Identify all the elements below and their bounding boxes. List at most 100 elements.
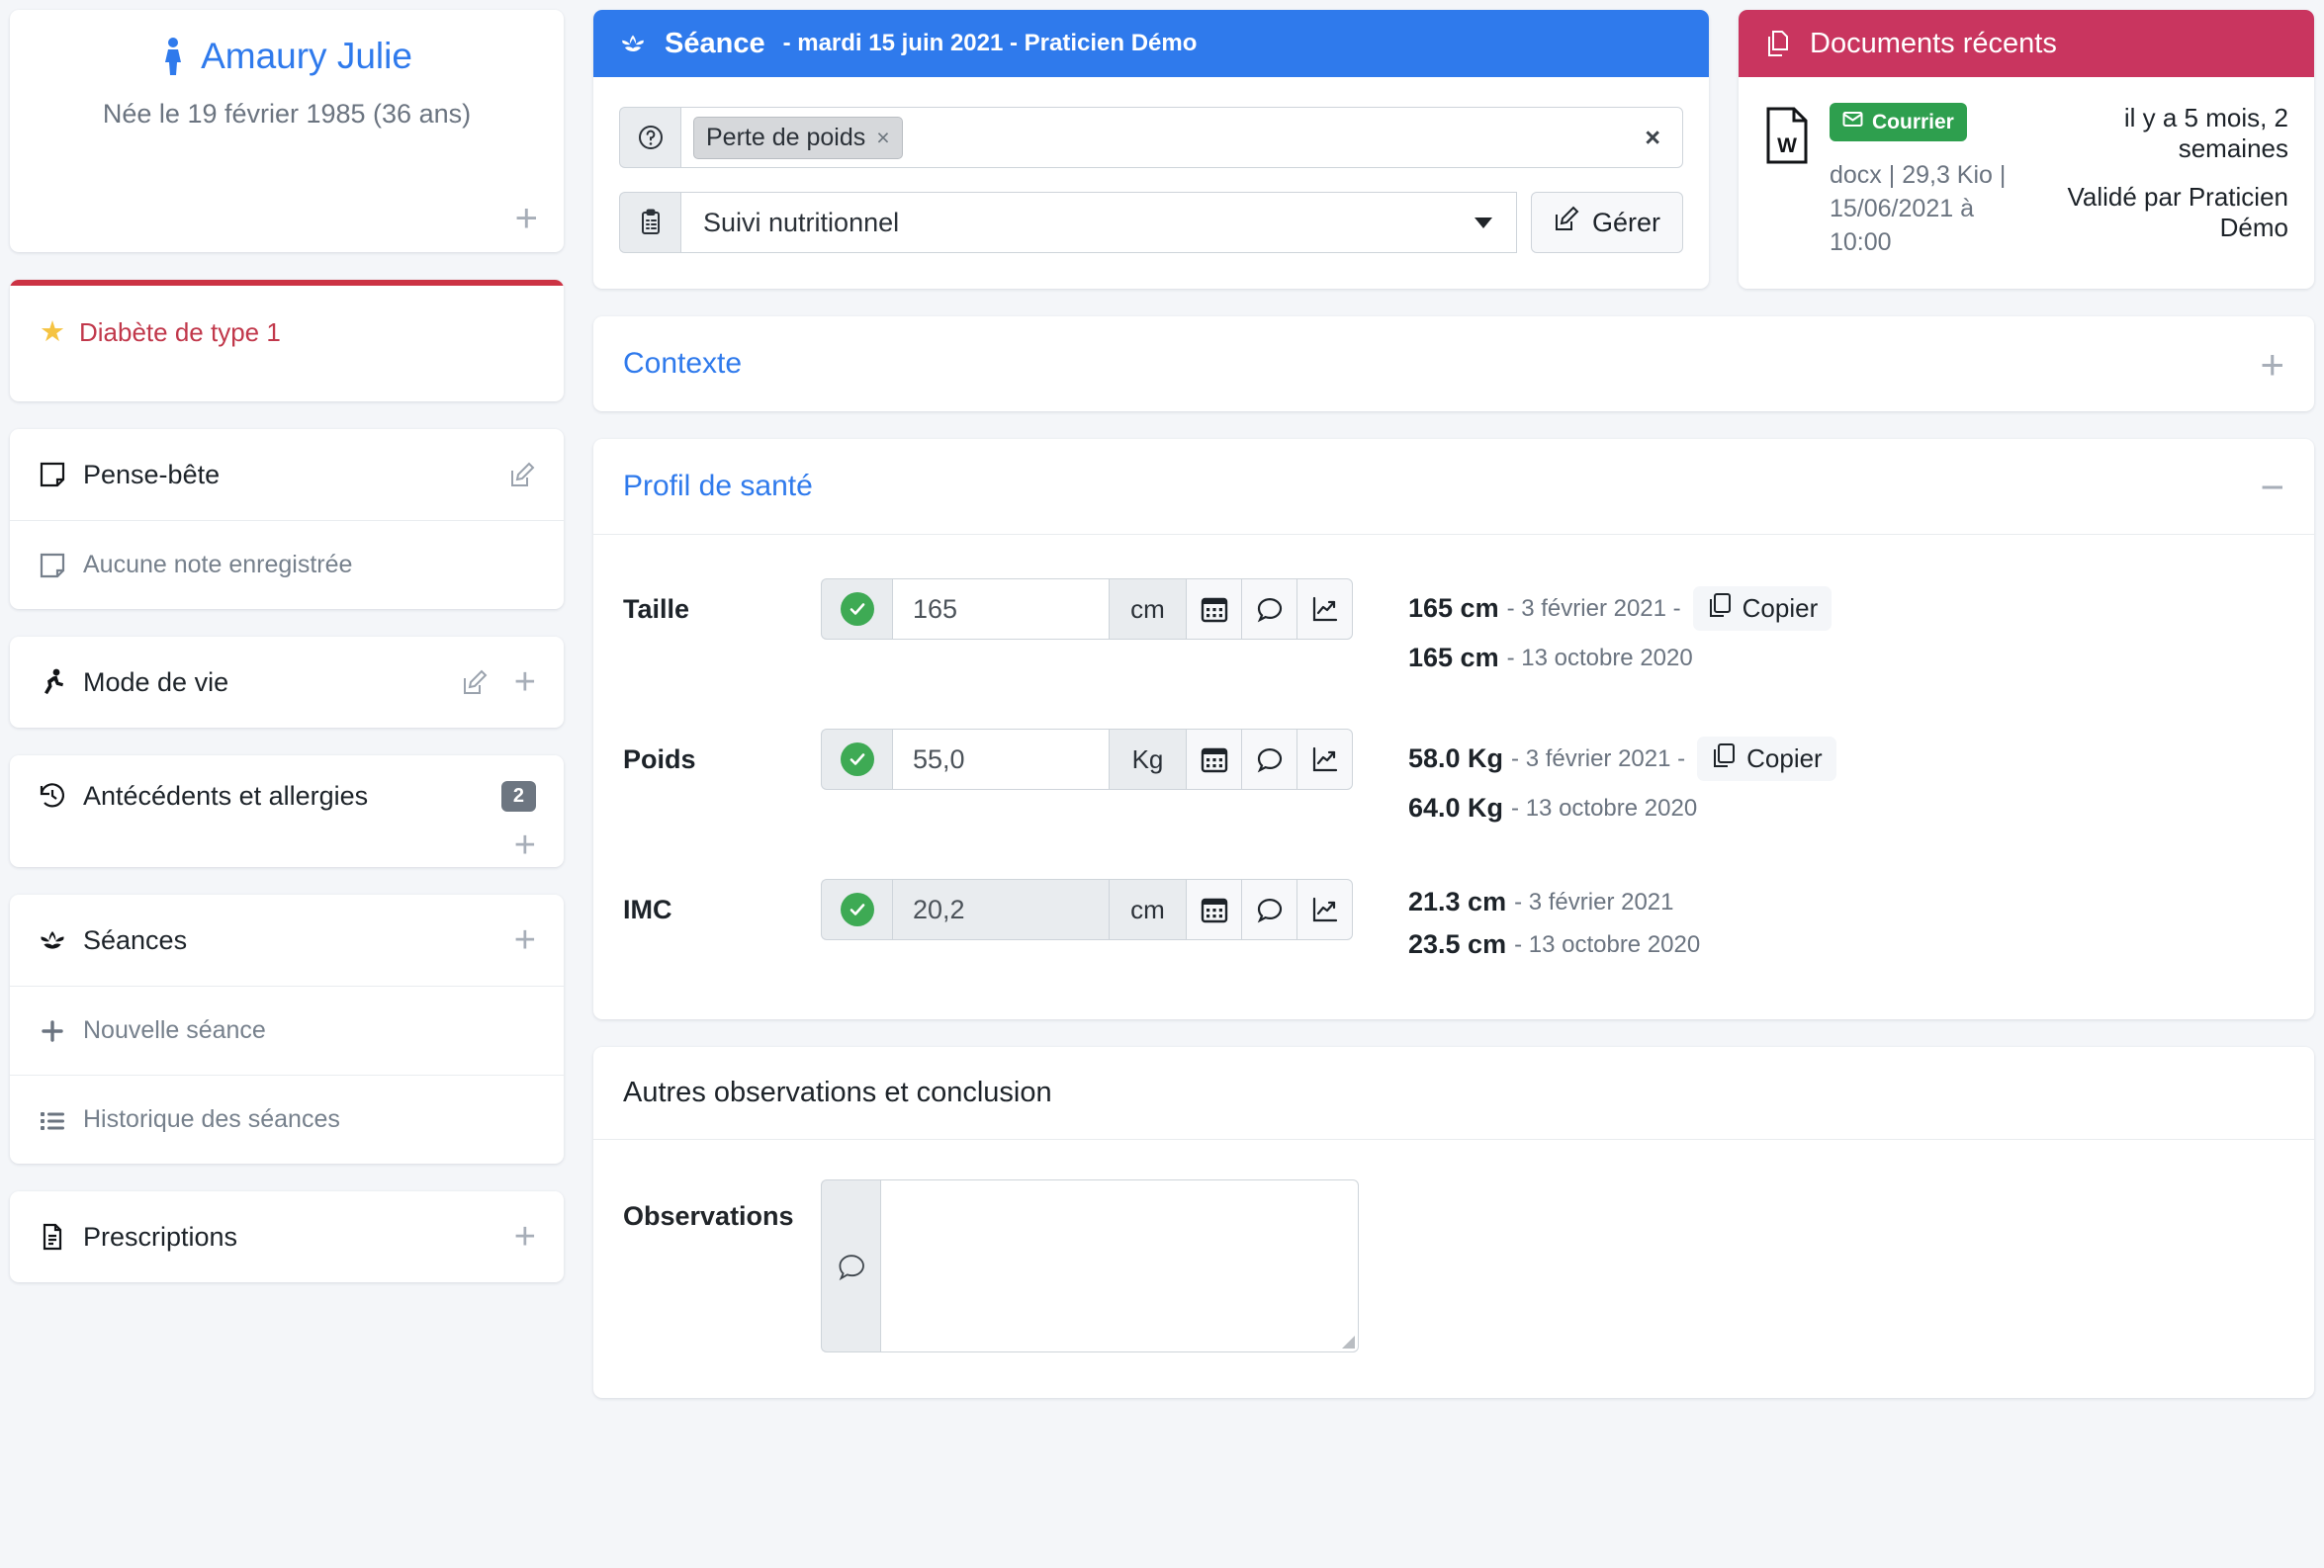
comment-icon — [821, 1179, 880, 1353]
profil-sante-title[interactable]: Profil de santé — [623, 470, 2260, 503]
document-validated-by: Validé par Praticien Démo — [2067, 182, 2288, 242]
document-item[interactable]: W Courrier docx | 29,3 Kio | 15/06/2021 … — [1739, 77, 2314, 289]
mode-de-vie-card: Mode de vie + — [10, 637, 564, 728]
recent-documents-panel: Documents récents W Courrier docx | 29,3… — [1739, 10, 2314, 290]
profil-sante-header: Profil de santé − — [593, 439, 2314, 534]
comment-icon[interactable] — [1242, 578, 1297, 641]
antecedents-count-badge: 2 — [500, 781, 536, 812]
add-mode-de-vie-button[interactable]: + — [514, 663, 536, 701]
add-patient-info-button[interactable]: + — [515, 199, 538, 238]
word-file-icon: W — [1764, 107, 1810, 164]
seance-panel-title: Séance — [665, 27, 765, 59]
chart-line-icon[interactable] — [1297, 578, 1353, 641]
measurement-row: IMC 20,2 cm 21.3 cm - 3 février 2021 23.… — [623, 879, 2284, 972]
measurement-label: Poids — [623, 744, 696, 775]
contexte-panel: Contexte + — [593, 316, 2314, 412]
envelope-icon — [1842, 109, 1863, 135]
contexte-title[interactable]: Contexte — [623, 347, 2260, 381]
copy-label: Copier — [1746, 743, 1823, 774]
add-prescription-button[interactable]: + — [514, 1218, 536, 1256]
motive-tag[interactable]: Perte de poids × — [693, 116, 903, 159]
motive-tag-label: Perte de poids — [706, 123, 866, 151]
collapse-profil-button[interactable]: − — [2260, 466, 2284, 507]
pense-bete-header[interactable]: Pense-bête — [10, 429, 564, 520]
expand-contexte-button[interactable]: + — [2260, 343, 2284, 385]
prescriptions-header[interactable]: Prescriptions + — [10, 1191, 564, 1282]
pense-bete-card: Pense-bête Aucune note enregistrée — [10, 429, 564, 609]
history-value: 23.5 cm — [1408, 929, 1507, 960]
mode-de-vie-header[interactable]: Mode de vie + — [10, 637, 564, 728]
calendar-icon[interactable] — [1187, 879, 1242, 941]
document-lines-icon — [38, 1222, 67, 1252]
protocol-selected-value: Suivi nutritionnel — [703, 207, 900, 237]
add-seance-button[interactable]: + — [514, 921, 536, 959]
prescriptions-card: Prescriptions + — [10, 1191, 564, 1282]
prescriptions-title: Prescriptions — [83, 1221, 238, 1252]
measurement-value-input[interactable]: 55,0 — [892, 729, 1110, 791]
protocol-select[interactable]: Suivi nutritionnel — [680, 192, 1517, 253]
history-date: - 3 février 2021 - — [1511, 744, 1686, 772]
copy-value-button[interactable]: Copier — [1697, 737, 1836, 782]
measurement-label: Taille — [623, 594, 690, 625]
question-circle-icon[interactable] — [619, 107, 680, 168]
comment-icon[interactable] — [1242, 879, 1297, 941]
running-person-icon — [38, 667, 67, 697]
antecedents-card: Antécédents et allergies 2 + — [10, 755, 564, 867]
measurement-unit: cm — [1110, 879, 1187, 941]
measurement-unit: cm — [1110, 578, 1187, 641]
manage-protocol-button[interactable]: Gérer — [1530, 192, 1683, 253]
svg-text:W: W — [1777, 134, 1797, 157]
measurement-input-group: 165 cm — [821, 578, 1353, 641]
motive-tag-input[interactable]: Perte de poids × × — [680, 107, 1683, 168]
measurement-row: Taille 165 cm 165 cm - 3 février 2021 - … — [623, 578, 2284, 685]
add-antecedent-button[interactable]: + — [514, 827, 536, 864]
profil-sante-panel: Profil de santé − Taille 165 cm 165 cm -… — [593, 439, 2314, 1020]
history-value: 165 cm — [1408, 593, 1499, 624]
seances-header[interactable]: Séances + — [10, 895, 564, 986]
copy-value-button[interactable]: Copier — [1692, 586, 1832, 632]
history-value: 165 cm — [1408, 643, 1499, 673]
comment-icon[interactable] — [1242, 729, 1297, 791]
history-date: - 13 octobre 2020 — [1511, 794, 1698, 822]
seance-panel-subtitle: - mardi 15 juin 2021 - Praticien Démo — [782, 30, 1198, 56]
history-date: - 13 octobre 2020 — [1506, 644, 1693, 671]
copy-icon — [1711, 742, 1737, 775]
history-date: - 3 février 2021 — [1514, 888, 1674, 915]
measurement-history: 21.3 cm - 3 février 2021 23.5 cm - 13 oc… — [1408, 879, 1700, 972]
measurement-row: Poids 55,0 Kg 58.0 Kg - 3 février 2021 -… — [623, 729, 2284, 835]
observations-label: Observations — [623, 1201, 794, 1232]
calendar-icon[interactable] — [1187, 578, 1242, 641]
calendar-icon[interactable] — [1187, 729, 1242, 791]
pense-bete-empty-text: Aucune note enregistrée — [83, 551, 353, 578]
edit-square-icon — [1554, 206, 1580, 239]
plus-icon — [38, 1016, 67, 1046]
observations-input-group — [821, 1179, 1359, 1353]
antecedents-header[interactable]: Antécédents et allergies 2 + — [10, 755, 564, 867]
history-clock-icon — [38, 781, 67, 811]
check-circle-icon — [821, 879, 892, 941]
clear-motive-button[interactable]: × — [1645, 123, 1660, 153]
contexte-header: Contexte + — [593, 316, 2314, 411]
chart-line-icon[interactable] — [1297, 879, 1353, 941]
measurement-value-input[interactable]: 165 — [892, 578, 1110, 641]
top-panels-row: Séance - mardi 15 juin 2021 - Praticien … — [593, 10, 2314, 290]
document-meta: docx | 29,3 Kio | — [1830, 161, 2007, 189]
document-age: il y a 5 mois, 2 semaines — [2123, 103, 2288, 163]
observations-textarea[interactable] — [880, 1179, 1359, 1353]
sidebar-item-nouvelle-seance[interactable]: Nouvelle séance — [10, 986, 564, 1075]
remove-tag-icon[interactable]: × — [876, 125, 889, 151]
chart-line-icon[interactable] — [1297, 729, 1353, 791]
measurement-history: 58.0 Kg - 3 février 2021 - Copier 64.0 K… — [1408, 729, 1836, 835]
edit-square-icon[interactable] — [462, 669, 489, 696]
patient-name[interactable]: Amaury Julie — [201, 36, 412, 77]
patient-sidebar: Amaury Julie Née le 19 février 1985 (36 … — [10, 10, 564, 1568]
antecedents-title: Antécédents et allergies — [83, 781, 369, 811]
edit-square-icon[interactable] — [509, 462, 536, 488]
sidebar-item-historique-seances[interactable]: Historique des séances — [10, 1075, 564, 1164]
list-icon — [38, 1105, 67, 1135]
alert-text[interactable]: Diabète de type 1 — [79, 317, 281, 348]
document-type-badge: Courrier — [1830, 103, 1967, 141]
lotus-icon — [619, 30, 647, 57]
observations-panel: Autres observations et conclusion Observ… — [593, 1047, 2314, 1399]
history-value: 58.0 Kg — [1408, 743, 1504, 774]
